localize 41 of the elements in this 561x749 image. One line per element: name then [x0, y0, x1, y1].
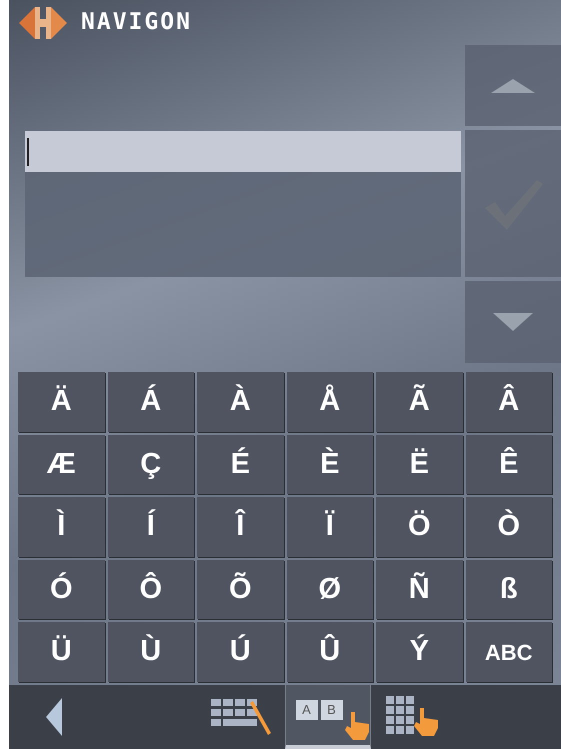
key-button[interactable]: Ù [108, 622, 194, 682]
key-button[interactable]: Ý [376, 622, 462, 682]
key-button[interactable]: Á [108, 372, 194, 432]
letter-key-icon: B [320, 700, 342, 720]
key-button[interactable]: Î [197, 497, 284, 557]
key-button[interactable]: Ã [376, 372, 462, 432]
key-button[interactable]: Ô [108, 560, 194, 620]
keyboard-pen-icon [211, 697, 273, 737]
key-button[interactable]: Å [286, 372, 373, 432]
key-button[interactable]: Ì [18, 497, 104, 557]
input-field[interactable] [25, 131, 461, 172]
key-button[interactable]: Â [466, 372, 552, 432]
key-button[interactable]: Ê [466, 434, 552, 494]
key-button[interactable]: Ö [376, 497, 462, 557]
up-arrow-icon [491, 78, 535, 92]
key-button[interactable]: Õ [197, 560, 284, 620]
key-button[interactable]: À [197, 372, 284, 432]
key-button[interactable]: Í [108, 497, 194, 557]
scroll-down-button[interactable] [465, 281, 561, 363]
letter-key-icon: A [296, 700, 318, 720]
key-button[interactable]: ABC [466, 622, 552, 682]
key-button[interactable]: Ó [18, 560, 104, 620]
key-button[interactable]: Ò [466, 497, 552, 557]
key-button[interactable]: Ø [286, 560, 373, 620]
key-button[interactable]: ß [466, 560, 552, 620]
input-mode-button[interactable]: A B [285, 685, 371, 749]
brand-name: NAVIGON [81, 8, 192, 38]
key-button[interactable]: Ú [197, 622, 284, 682]
scroll-up-button[interactable] [465, 45, 561, 126]
key-button[interactable]: Ñ [376, 560, 462, 620]
key-button[interactable]: É [197, 434, 284, 494]
key-button[interactable]: Ç [108, 434, 194, 494]
key-button[interactable]: Ë [376, 434, 462, 494]
key-button[interactable]: Æ [18, 434, 104, 494]
key-button[interactable]: Û [286, 622, 373, 682]
key-button[interactable]: Ä [18, 372, 104, 432]
key-button[interactable]: È [286, 434, 373, 494]
key-button[interactable]: Ü [18, 622, 104, 682]
back-arrow-icon [46, 698, 62, 736]
key-button[interactable]: Ï [286, 497, 373, 557]
down-arrow-icon [493, 313, 533, 331]
